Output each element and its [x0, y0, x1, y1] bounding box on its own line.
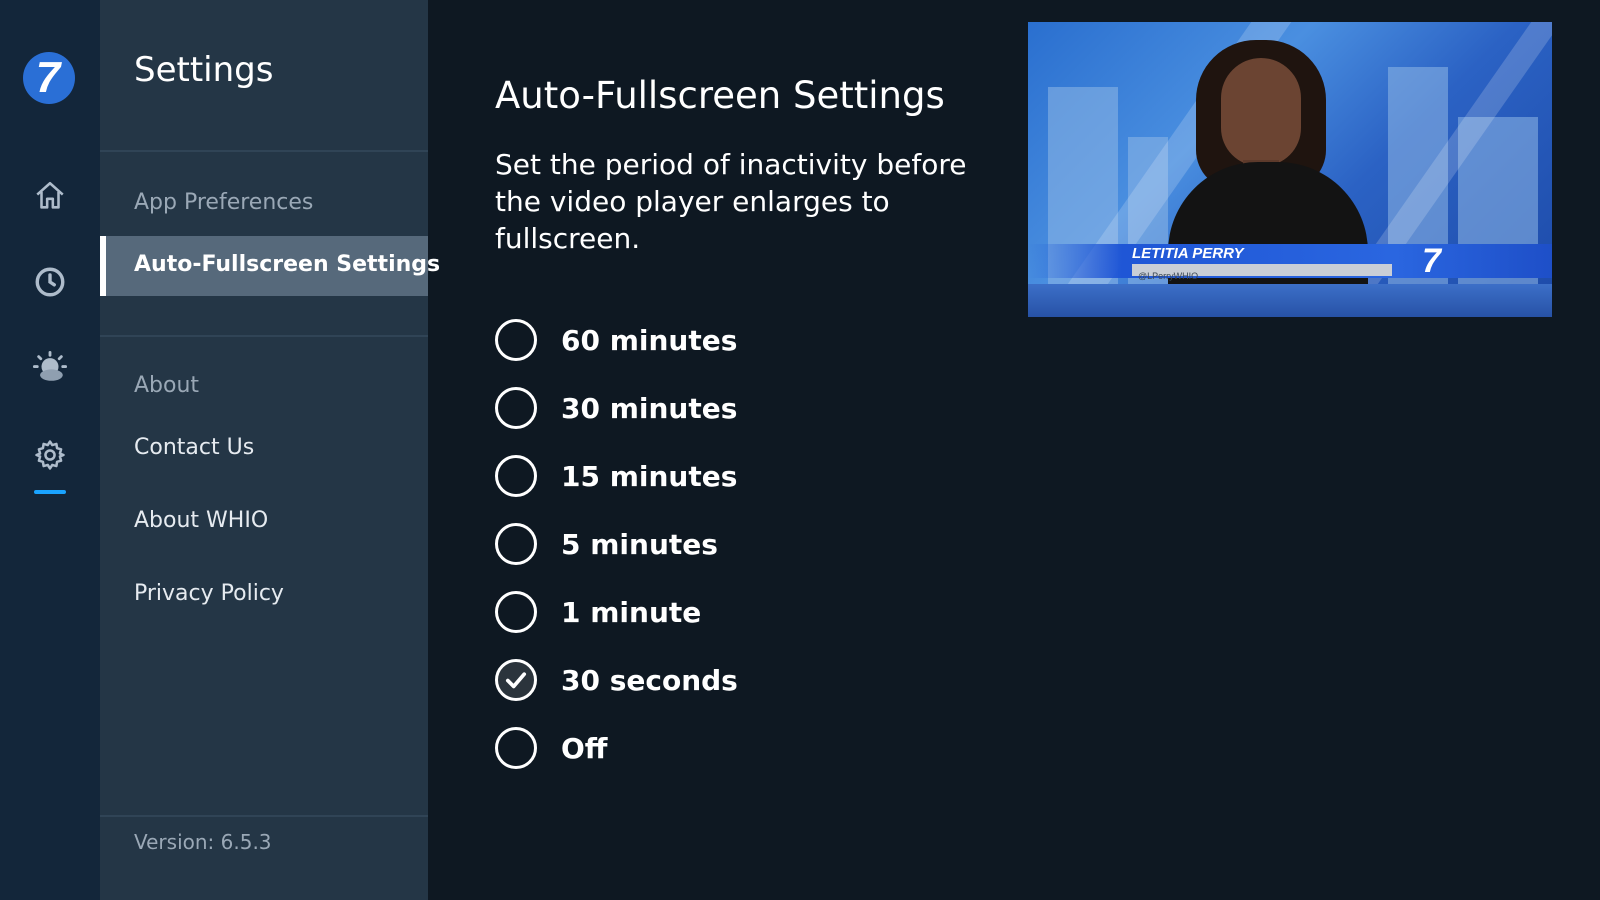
option-60-minutes[interactable]: 60 minutes [495, 318, 895, 362]
page-title: Auto-Fullscreen Settings [495, 74, 945, 117]
home-icon[interactable] [30, 176, 70, 216]
sidebar-item-contact-us[interactable]: Contact Us [134, 435, 254, 460]
news-desk [1028, 284, 1552, 317]
nav-rail: 7 [0, 0, 100, 900]
active-tab-indicator [34, 490, 66, 494]
anchor-face [1221, 58, 1301, 166]
video-player-preview[interactable]: LETITIA PERRY @LPerryWHIO 7 [1028, 22, 1552, 317]
option-15-minutes[interactable]: 15 minutes [495, 454, 895, 498]
option-30-minutes[interactable]: 30 minutes [495, 386, 895, 430]
divider [100, 150, 428, 152]
option-label: 1 minute [561, 595, 702, 629]
option-label: 30 minutes [561, 391, 738, 425]
page-description: Set the period of inactivity before the … [495, 148, 967, 255]
checkmark-icon [505, 672, 527, 689]
clock-icon[interactable] [30, 262, 70, 302]
radio-button[interactable] [495, 523, 537, 565]
gear-icon[interactable] [30, 435, 70, 475]
lower-third-name: LETITIA PERRY [1132, 245, 1244, 262]
radio-button[interactable] [495, 455, 537, 497]
weather-icon[interactable] [30, 348, 70, 388]
divider [100, 335, 428, 337]
sidebar-item-label: Auto-Fullscreen Settings [134, 252, 441, 277]
radio-button[interactable] [495, 387, 537, 429]
option-label: 15 minutes [561, 459, 738, 493]
sidebar-item-auto-fullscreen[interactable]: Auto-Fullscreen Settings [100, 236, 440, 296]
divider [100, 815, 428, 817]
sidebar-item-privacy-policy[interactable]: Privacy Policy [134, 581, 284, 606]
radio-button[interactable] [495, 727, 537, 769]
option-off[interactable]: Off [495, 726, 895, 770]
option-label: 30 seconds [561, 663, 738, 697]
radio-button[interactable] [495, 591, 537, 633]
version-label: Version: 6.5.3 [134, 830, 272, 854]
option-label: 60 minutes [561, 323, 738, 357]
option-30-seconds[interactable]: 30 seconds [495, 658, 895, 702]
section-about: About [134, 373, 200, 398]
lower-third-logo: 7 [1422, 242, 1441, 280]
channel-logo[interactable]: 7 [23, 52, 75, 104]
option-1-minute[interactable]: 1 minute [495, 590, 895, 634]
option-5-minutes[interactable]: 5 minutes [495, 522, 895, 566]
lower-third-subtitle: @LPerryWHIO [1132, 264, 1392, 281]
channel-logo-text: 7 [35, 53, 61, 102]
section-app-preferences: App Preferences [134, 190, 314, 215]
option-label: Off [561, 731, 608, 765]
lower-third-handle: @LPerryWHIO [1138, 271, 1199, 281]
radio-button-checked[interactable] [495, 659, 537, 701]
panel-title: Settings [134, 50, 274, 90]
option-label: 5 minutes [561, 527, 718, 561]
radio-button[interactable] [495, 319, 537, 361]
sidebar-item-about-whio[interactable]: About WHIO [134, 508, 268, 533]
settings-panel: Settings App Preferences Auto-Fullscreen… [100, 0, 440, 900]
